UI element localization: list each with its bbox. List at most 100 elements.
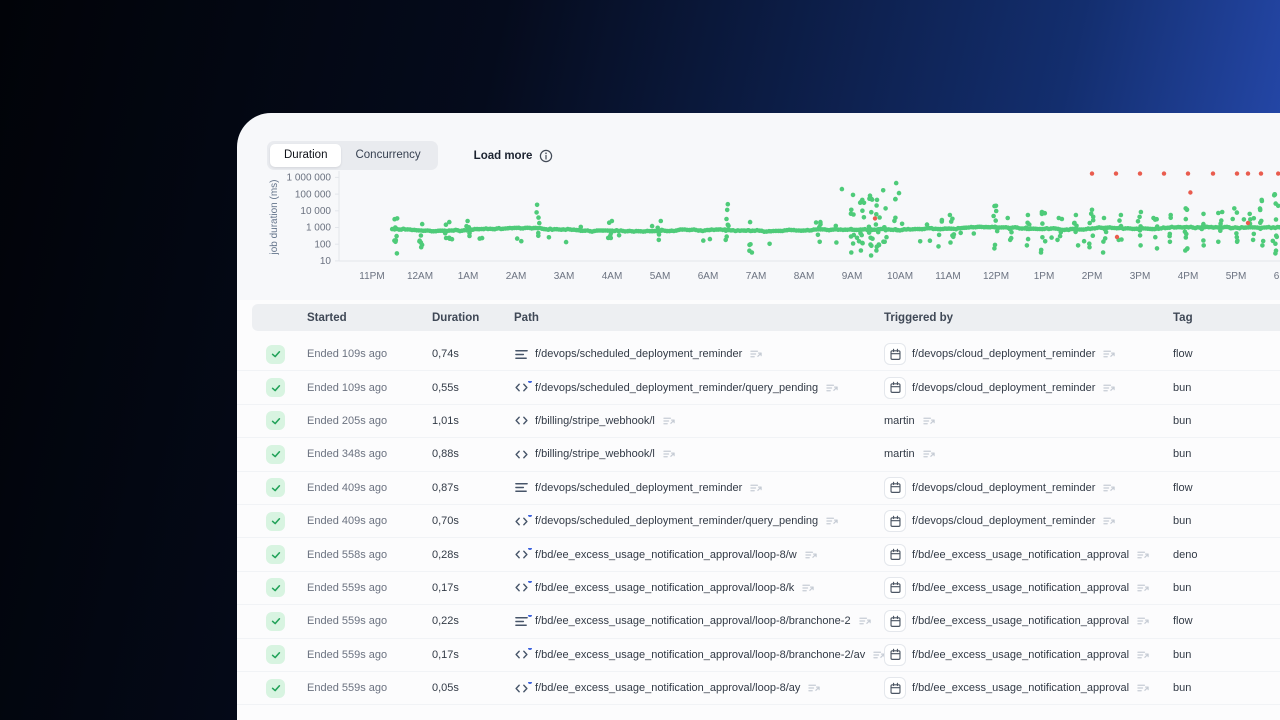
path-cell[interactable]: f/billing/stripe_webhook/l (514, 448, 884, 461)
table-row[interactable]: Ended 559s ago 0,22s f/bd/ee_excess_usage_… (237, 605, 1280, 639)
path-cell[interactable]: f/bd/ee_excess_usage_notification_approv… (514, 581, 884, 594)
path-link[interactable]: f/devops/scheduled_deployment_reminder (535, 482, 742, 494)
triggered-by-cell[interactable]: f/devops/cloud_deployment_reminder (884, 510, 1173, 533)
path-link[interactable]: f/devops/scheduled_deployment_reminder/q… (535, 515, 818, 527)
filter-by-trigger-icon[interactable] (1103, 382, 1116, 394)
filter-by-path-icon[interactable] (750, 482, 763, 494)
status-cell (266, 444, 307, 464)
trigger-link[interactable]: f/bd/ee_excess_usage_notification_approv… (912, 649, 1129, 661)
schedule-calendar-icon (884, 677, 906, 700)
table-row[interactable]: Ended 559s ago 0,05s f/bd/ee_excess_usage_… (237, 672, 1280, 706)
svg-text:1 000: 1 000 (306, 223, 331, 234)
table-row[interactable]: Ended 409s ago 0,70s f/devops/scheduled_de… (237, 505, 1280, 539)
column-header-triggered-by: Triggered by (884, 311, 954, 324)
tag-cell: bun (1173, 381, 1192, 394)
trigger-link[interactable]: f/devops/cloud_deployment_reminder (912, 515, 1095, 527)
table-row[interactable]: Ended 109s ago 0,74s f/devops/scheduled_de… (237, 338, 1280, 372)
path-cell[interactable]: f/devops/scheduled_deployment_reminder/q… (514, 514, 884, 528)
path-cell[interactable]: f/devops/scheduled_deployment_reminder/q… (514, 381, 884, 394)
filter-by-trigger-icon[interactable] (1137, 549, 1150, 561)
trigger-link[interactable]: f/devops/cloud_deployment_reminder (912, 482, 1095, 494)
triggered-by-cell[interactable]: martin (884, 415, 1173, 427)
duration-cell: 0,17s (432, 581, 459, 594)
path-link[interactable]: f/bd/ee_excess_usage_notification_approv… (535, 549, 797, 561)
filter-by-path-icon[interactable] (826, 515, 839, 527)
path-cell[interactable]: f/devops/scheduled_deployment_reminder (514, 481, 884, 494)
path-cell[interactable]: f/bd/ee_excess_usage_notification_approv… (514, 548, 884, 561)
filter-by-trigger-icon[interactable] (1137, 682, 1150, 694)
filter-by-path-icon[interactable] (802, 582, 815, 594)
triggered-by-cell[interactable]: f/bd/ee_excess_usage_notification_approv… (884, 576, 1173, 599)
path-cell[interactable]: f/bd/ee_excess_usage_notification_approv… (514, 614, 884, 628)
path-link[interactable]: f/billing/stripe_webhook/l (535, 448, 655, 460)
trigger-link[interactable]: f/bd/ee_excess_usage_notification_approv… (912, 582, 1129, 594)
filter-by-trigger-icon[interactable] (1103, 515, 1116, 527)
filter-by-path-icon[interactable] (663, 415, 676, 427)
path-link[interactable]: f/bd/ee_excess_usage_notification_approv… (535, 682, 800, 694)
filter-by-path-icon[interactable] (750, 348, 763, 360)
path-link[interactable]: f/bd/ee_excess_usage_notification_approv… (535, 615, 851, 627)
schedule-calendar-icon (884, 643, 906, 666)
table-row[interactable]: Ended 348s ago 0,88s f/billing/stripe_webh… (237, 438, 1280, 472)
trigger-link[interactable]: f/devops/cloud_deployment_reminder (912, 382, 1095, 394)
table-row[interactable]: Ended 559s ago 0,17s f/bd/ee_excess_usage_… (237, 572, 1280, 606)
filter-by-trigger-icon[interactable] (1137, 582, 1150, 594)
tab-duration[interactable]: Duration (270, 144, 342, 167)
triggered-by-cell[interactable]: f/devops/cloud_deployment_reminder (884, 343, 1173, 366)
trigger-link[interactable]: f/bd/ee_excess_usage_notification_approv… (912, 615, 1129, 627)
trigger-link[interactable]: f/bd/ee_excess_usage_notification_approv… (912, 682, 1129, 694)
filter-by-path-icon[interactable] (873, 649, 884, 661)
path-cell[interactable]: f/bd/ee_excess_usage_notification_approv… (514, 681, 884, 695)
filter-by-trigger-icon[interactable] (1103, 348, 1116, 360)
path-link[interactable]: f/bd/ee_excess_usage_notification_approv… (535, 649, 865, 661)
duration-cell: 0,74s (432, 348, 459, 361)
success-check-icon (266, 344, 285, 364)
load-more-label: Load more (473, 149, 533, 162)
code-script-icon (514, 648, 532, 661)
filter-by-trigger-icon[interactable] (1137, 649, 1150, 661)
tag-cell: flow (1173, 348, 1193, 361)
triggered-by-cell[interactable]: f/bd/ee_excess_usage_notification_approv… (884, 543, 1173, 566)
path-link[interactable]: f/devops/scheduled_deployment_reminder/q… (535, 382, 818, 394)
triggered-by-cell[interactable]: f/bd/ee_excess_usage_notification_approv… (884, 677, 1173, 700)
x-axis-ticks: 11PM 12AM 1AM 2AM 3AM 4AM 5AM 6AM 7AM 8AM 9AM 10AM 1… (359, 271, 1280, 282)
path-cell[interactable]: f/billing/stripe_webhook/l (514, 414, 884, 427)
tab-concurrency[interactable]: Concurrency (341, 144, 434, 167)
filter-by-path-icon[interactable] (826, 382, 839, 394)
table-row[interactable]: Ended 409s ago 0,87s f/devops/scheduled_de… (237, 472, 1280, 505)
code-script-icon (514, 514, 532, 528)
path-link[interactable]: f/bd/ee_excess_usage_notification_approv… (535, 582, 794, 594)
path-link[interactable]: f/billing/stripe_webhook/l (535, 415, 655, 427)
triggered-by-cell[interactable]: f/bd/ee_excess_usage_notification_approv… (884, 643, 1173, 666)
path-cell[interactable]: f/bd/ee_excess_usage_notification_approv… (514, 648, 884, 661)
filter-by-path-icon[interactable] (663, 448, 676, 460)
filter-by-trigger-icon[interactable] (1103, 482, 1116, 494)
path-cell[interactable]: f/devops/scheduled_deployment_reminder (514, 348, 884, 361)
filter-by-path-icon[interactable] (808, 682, 821, 694)
path-link[interactable]: f/devops/scheduled_deployment_reminder (535, 348, 742, 360)
load-more-button[interactable]: Load more (474, 149, 554, 163)
tag-cell: bun (1173, 448, 1192, 461)
trigger-link[interactable]: martin (884, 415, 915, 427)
filter-by-path-icon[interactable] (858, 615, 872, 627)
triggered-by-cell[interactable]: f/bd/ee_excess_usage_notification_approv… (884, 610, 1173, 633)
svg-text:10 000: 10 000 (300, 206, 331, 217)
table-row[interactable]: Ended 558s ago 0,28s f/bd/ee_excess_usage_… (237, 538, 1280, 572)
triggered-by-cell[interactable]: f/devops/cloud_deployment_reminder (884, 476, 1173, 499)
table-row[interactable]: Ended 109s ago 0,55s f/devops/scheduled_de… (237, 371, 1280, 405)
table-row[interactable]: Ended 559s ago 0,17s f/bd/ee_excess_usage_… (237, 639, 1280, 672)
code-script-icon (514, 414, 529, 427)
filter-by-trigger-icon[interactable] (922, 448, 936, 460)
trigger-link[interactable]: martin (884, 448, 915, 460)
trigger-link[interactable]: f/bd/ee_excess_usage_notification_approv… (912, 549, 1129, 561)
info-circle-icon[interactable] (539, 149, 553, 163)
filter-by-path-icon[interactable] (805, 549, 818, 561)
filter-by-trigger-icon[interactable] (922, 415, 936, 427)
table-row[interactable]: Ended 205s ago 1,01s f/billing/stripe_webh… (237, 405, 1280, 439)
svg-text:4AM: 4AM (602, 271, 623, 282)
trigger-link[interactable]: f/devops/cloud_deployment_reminder (912, 348, 1095, 360)
triggered-by-cell[interactable]: martin (884, 448, 1173, 460)
filter-by-trigger-icon[interactable] (1137, 615, 1150, 627)
draft-dot-icon (528, 681, 532, 684)
triggered-by-cell[interactable]: f/devops/cloud_deployment_reminder (884, 376, 1173, 399)
